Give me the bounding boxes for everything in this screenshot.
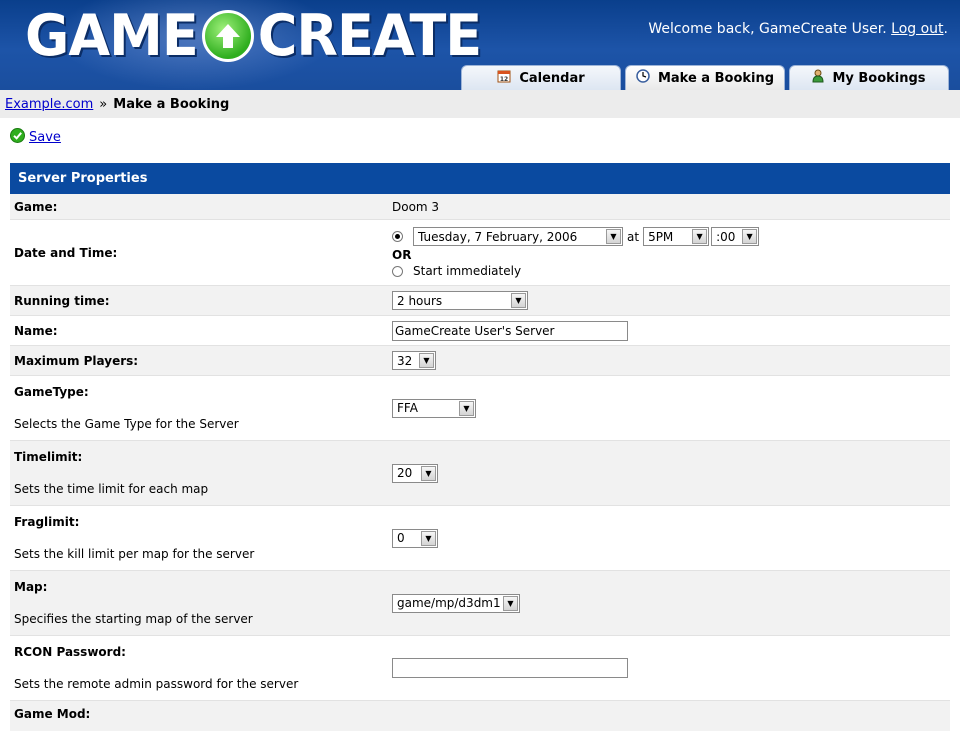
chevron-down-icon: ▼ xyxy=(511,293,526,308)
server-name-input[interactable]: GameCreate User's Server xyxy=(392,320,628,341)
start-immediately-radio[interactable] xyxy=(392,265,403,277)
save-action: Save xyxy=(10,128,61,147)
logo-up-arrow-icon xyxy=(201,10,254,62)
fraglimit-label: Fraglimit: xyxy=(14,515,80,529)
chevron-down-icon: ▼ xyxy=(503,595,518,611)
server-properties-panel: Server Properties Game: Doom 3 Date and … xyxy=(10,163,950,731)
welcome-message: Welcome back, GameCreate User. Log out. xyxy=(648,21,948,37)
timelimit-select[interactable]: 20 ▼ xyxy=(392,463,438,483)
row-game-mod: Game Mod: xyxy=(10,701,950,731)
name-label: Name: xyxy=(14,323,58,338)
main-tabs: 12 Calendar Make a Booking My Bookings xyxy=(461,65,953,90)
chevron-down-icon: ▼ xyxy=(459,400,474,416)
game-value: Doom 3 xyxy=(392,199,440,214)
logo-word-game: GAME xyxy=(25,2,199,69)
svg-text:12: 12 xyxy=(500,76,508,83)
gametype-value: FFA xyxy=(397,401,418,415)
chevron-down-icon: ▼ xyxy=(742,229,758,244)
logo-word-create: CREATE xyxy=(257,2,482,69)
user-icon xyxy=(812,69,824,87)
max-players-value: 32 xyxy=(397,353,413,368)
welcome-text: Welcome back, GameCreate User. xyxy=(648,21,887,37)
hour-select[interactable]: 5PM ▼ xyxy=(643,227,710,246)
logout-link[interactable]: Log out xyxy=(891,21,943,37)
rcon-password-input[interactable] xyxy=(392,658,628,678)
chevron-down-icon: ▼ xyxy=(692,229,708,244)
clock-icon xyxy=(636,69,650,87)
max-players-select[interactable]: 32 ▼ xyxy=(392,351,436,370)
tab-make-booking-label: Make a Booking xyxy=(657,70,775,86)
or-label: OR xyxy=(392,248,412,262)
minute-select-value: :00 xyxy=(716,229,736,244)
tab-my-bookings-label: My Bookings xyxy=(832,70,926,86)
breadcrumb-current: Make a Booking xyxy=(113,96,230,112)
row-game: Game: Doom 3 xyxy=(10,194,950,220)
chevron-down-icon: ▼ xyxy=(421,465,436,481)
fraglimit-description: Sets the kill limit per map for the serv… xyxy=(14,547,255,561)
gametype-select[interactable]: FFA ▼ xyxy=(392,398,476,418)
gametype-description: Selects the Game Type for the Server xyxy=(14,417,239,431)
row-date-time: Date and Time: Tuesday, 7 February, 2006… xyxy=(10,220,950,286)
tab-my-bookings[interactable]: My Bookings xyxy=(789,65,949,90)
row-fraglimit: Fraglimit: Sets the kill limit per map f… xyxy=(10,506,950,571)
row-map: Map: Specifies the starting map of the s… xyxy=(10,571,950,636)
game-mod-label: Game Mod: xyxy=(14,707,91,721)
fraglimit-value: 0 xyxy=(397,531,405,545)
breadcrumb: Example.com » Make a Booking xyxy=(0,90,960,118)
fraglimit-select[interactable]: 0 ▼ xyxy=(392,528,438,548)
max-players-label: Maximum Players: xyxy=(14,353,139,368)
chevron-down-icon: ▼ xyxy=(606,229,621,244)
breadcrumb-home-link[interactable]: Example.com xyxy=(5,97,93,112)
tab-calendar[interactable]: 12 Calendar xyxy=(461,65,621,90)
rcon-password-description: Sets the remote admin password for the s… xyxy=(14,677,299,691)
running-time-label: Running time: xyxy=(14,293,110,308)
date-select-value: Tuesday, 7 February, 2006 xyxy=(418,229,578,244)
panel-title: Server Properties xyxy=(10,163,950,194)
site-logo[interactable]: GAME CREATE xyxy=(25,2,482,69)
row-running-time: Running time: 2 hours ▼ xyxy=(10,286,950,316)
site-header: GAME CREATE Welcome back, GameCreate Use… xyxy=(0,0,960,90)
chevron-down-icon: ▼ xyxy=(421,530,436,546)
gametype-label: GameType: xyxy=(14,385,89,399)
row-gametype: GameType: Selects the Game Type for the … xyxy=(10,376,950,441)
checkmark-icon xyxy=(10,128,25,147)
timelimit-label: Timelimit: xyxy=(14,450,83,464)
save-link[interactable]: Save xyxy=(29,130,61,145)
scheduled-radio[interactable] xyxy=(392,231,403,242)
welcome-period: . xyxy=(943,21,948,37)
running-time-value: 2 hours xyxy=(397,293,443,308)
map-label: Map: xyxy=(14,580,48,594)
chevron-down-icon: ▼ xyxy=(419,353,434,368)
running-time-select[interactable]: 2 hours ▼ xyxy=(392,291,528,310)
at-label: at xyxy=(627,229,640,244)
row-timelimit: Timelimit: Sets the time limit for each … xyxy=(10,441,950,506)
tab-calendar-label: Calendar xyxy=(519,70,585,86)
minute-select[interactable]: :00 ▼ xyxy=(711,227,760,246)
breadcrumb-separator: » xyxy=(99,96,108,112)
tab-make-booking[interactable]: Make a Booking xyxy=(625,65,785,90)
hour-select-value: 5PM xyxy=(648,229,674,244)
start-immediately-label: Start immediately xyxy=(413,264,522,278)
game-label: Game: xyxy=(14,199,58,214)
map-select[interactable]: game/mp/d3dm1 ▼ xyxy=(392,593,520,613)
timelimit-value: 20 xyxy=(397,466,413,480)
map-description: Specifies the starting map of the server xyxy=(14,612,253,626)
rcon-password-label: RCON Password: xyxy=(14,645,126,659)
date-select[interactable]: Tuesday, 7 February, 2006 ▼ xyxy=(413,227,623,246)
map-value: game/mp/d3dm1 xyxy=(397,596,501,610)
row-name: Name: GameCreate User's Server xyxy=(10,316,950,346)
row-max-players: Maximum Players: 32 ▼ xyxy=(10,346,950,376)
date-time-label: Date and Time: xyxy=(14,245,118,260)
calendar-icon: 12 xyxy=(497,69,511,87)
row-rcon-password: RCON Password: Sets the remote admin pas… xyxy=(10,636,950,701)
timelimit-description: Sets the time limit for each map xyxy=(14,482,209,496)
